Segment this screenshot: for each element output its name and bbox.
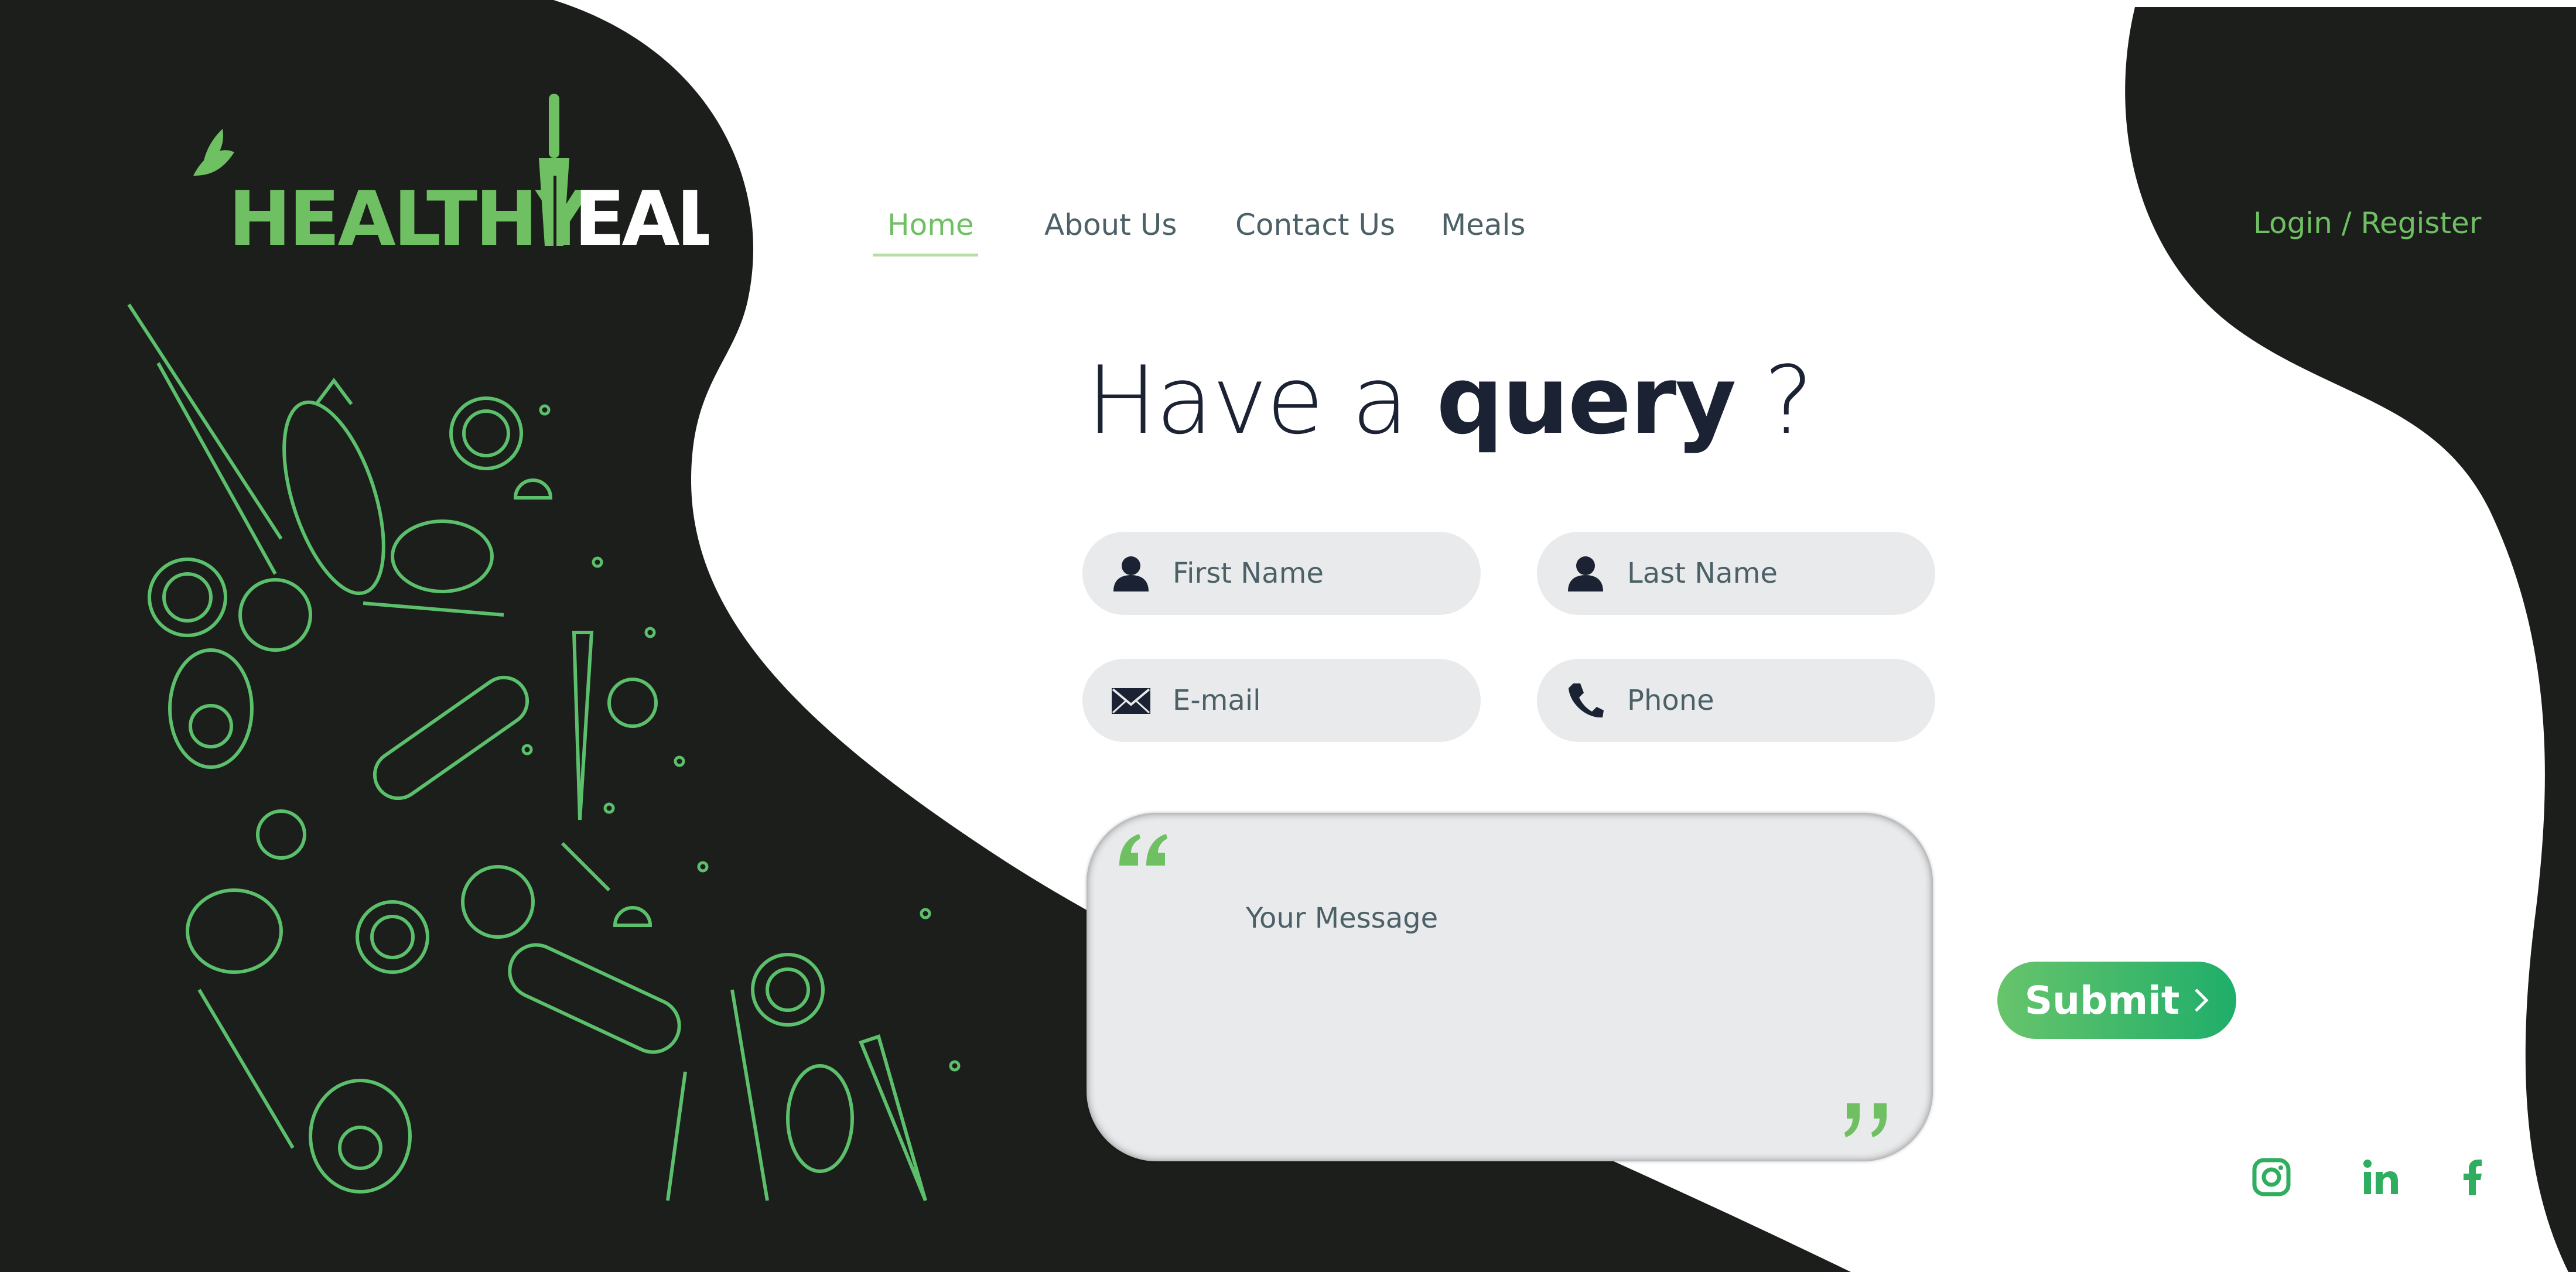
nav-item-home[interactable]: Home (873, 208, 978, 257)
veg-garlic-2 (256, 809, 306, 860)
title-prefix: Have a (1087, 346, 1437, 455)
veg-avocado-2 (309, 1079, 412, 1194)
title-suffix: ? (1735, 346, 1813, 455)
login-register-link[interactable]: Login / Register (2253, 206, 2481, 240)
message-box[interactable] (1087, 813, 1933, 1161)
last-name-input[interactable] (1626, 556, 1909, 590)
veg-mushroom (513, 478, 652, 927)
nav-item-label: About Us (1044, 208, 1177, 242)
phone-icon (1569, 683, 1604, 718)
veg-onion-2 (148, 558, 227, 637)
phone-field[interactable] (1537, 659, 1935, 742)
veg-potato-3 (786, 1064, 854, 1173)
fork-icon (539, 94, 569, 246)
phone-input[interactable] (1626, 683, 1909, 717)
page-title: Have a query ? (1087, 346, 1813, 455)
envelope-icon (1112, 688, 1150, 714)
email-input[interactable] (1171, 683, 1455, 717)
veg-tomato-2 (461, 865, 535, 939)
nav-item-label: Contact Us (1235, 208, 1396, 242)
first-name-input[interactable] (1171, 556, 1455, 590)
logo-text-left: HEALTHY (228, 176, 590, 263)
veg-onion-3 (356, 900, 429, 974)
nav-item-label: Meals (1441, 208, 1526, 242)
nav-item-contact[interactable]: Contact Us (1235, 208, 1395, 242)
logo-text-right: EAL (574, 176, 709, 263)
nav-item-meals[interactable]: Meals (1441, 208, 1525, 242)
veg-carrot-1 (572, 631, 594, 820)
submit-label: Submit (2024, 977, 2180, 1023)
title-bold: query (1436, 346, 1736, 455)
first-name-field[interactable] (1082, 532, 1481, 615)
facebook-icon[interactable] (2451, 1157, 2492, 1198)
nav-item-about[interactable]: About Us (1044, 208, 1177, 242)
healthy-meal-logo[interactable]: HEALTHY EAL (170, 88, 709, 264)
nav-active-underline (873, 254, 978, 257)
veg-dots (521, 404, 961, 1072)
email-field[interactable] (1082, 659, 1481, 742)
veg-cucumber-1 (373, 675, 529, 801)
user-icon (1113, 556, 1149, 591)
instagram-icon[interactable] (2251, 1157, 2292, 1198)
leaf-icon (193, 129, 234, 176)
veg-onion-1 (449, 396, 523, 470)
user-icon (1568, 556, 1603, 591)
veg-cucumber-2 (508, 943, 681, 1054)
veg-tomato-1 (238, 578, 312, 652)
veg-carrot-2 (859, 1034, 927, 1202)
veg-asparagus (127, 303, 769, 1201)
close-quote-icon (1844, 1103, 1887, 1137)
submit-button[interactable]: Submit (1997, 962, 2236, 1039)
veg-garlic-1 (607, 678, 658, 728)
chevron-right-icon (2195, 989, 2209, 1012)
veg-avocado-1 (168, 648, 254, 769)
veg-onion-4 (751, 953, 825, 1027)
nav-item-label: Home (887, 208, 974, 242)
message-input[interactable] (1245, 901, 1833, 1114)
veg-potato-1 (391, 519, 494, 593)
veg-eggplant (282, 378, 385, 596)
linkedin-icon[interactable] (2360, 1157, 2401, 1198)
open-quote-icon (1119, 834, 1167, 866)
veg-potato-2 (186, 888, 283, 974)
last-name-field[interactable] (1537, 532, 1935, 615)
